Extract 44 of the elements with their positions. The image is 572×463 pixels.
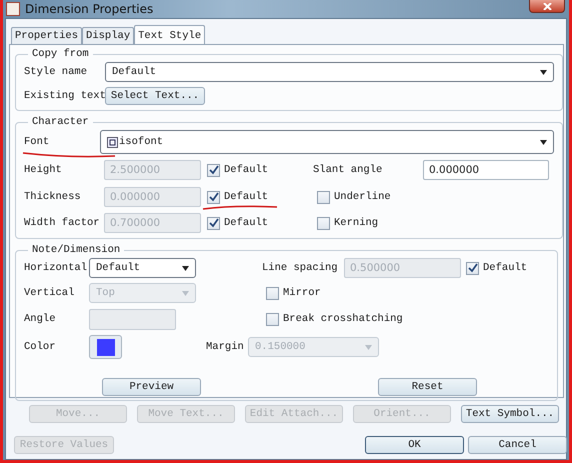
tab[interactable]: Properties bbox=[11, 27, 82, 44]
dropdown-caret-icon bbox=[182, 266, 189, 270]
group-title: Character bbox=[31, 116, 90, 128]
field-label: Existing text bbox=[24, 90, 105, 102]
dropdown[interactable]: Default bbox=[89, 258, 196, 278]
dropdown-caret-icon bbox=[365, 344, 372, 350]
style-name-dropdown[interactable]: Default bbox=[105, 62, 554, 82]
select-text-button[interactable]: Select Text... bbox=[105, 87, 205, 105]
close-icon bbox=[542, 2, 552, 10]
font-dropdown[interactable]: isofont bbox=[100, 130, 554, 154]
field-label: Font bbox=[24, 136, 50, 148]
font-icon bbox=[107, 136, 118, 148]
checkbox[interactable] bbox=[266, 312, 279, 326]
field-label: Thickness bbox=[24, 191, 82, 203]
field-label: Color bbox=[24, 341, 57, 353]
reset-button[interactable]: Reset bbox=[378, 378, 477, 396]
color-button[interactable] bbox=[89, 335, 122, 359]
dropdown-caret-icon bbox=[540, 70, 547, 74]
window-icon bbox=[6, 2, 20, 16]
field-label: Style name bbox=[24, 66, 88, 78]
group-title: Note/Dimension bbox=[31, 244, 122, 256]
tab[interactable]: Text Style bbox=[134, 25, 206, 45]
checkbox[interactable] bbox=[266, 286, 279, 300]
action-button[interactable]: Text Symbol... bbox=[461, 405, 559, 423]
dropdown-caret-icon bbox=[540, 140, 547, 144]
checkbox-label[interactable]: Break crosshatching bbox=[283, 313, 403, 325]
dropdown-caret-icon bbox=[182, 290, 189, 296]
preview-button[interactable]: Preview bbox=[102, 378, 201, 396]
field-label: Horizontal bbox=[24, 262, 88, 274]
ok-button[interactable]: OK bbox=[365, 436, 464, 454]
field-label: Line spacing bbox=[262, 262, 339, 274]
field-label: Margin bbox=[206, 341, 245, 353]
font-name: isofont bbox=[119, 136, 164, 148]
field-label: Angle bbox=[24, 313, 57, 325]
field-label: Width factor bbox=[24, 217, 101, 229]
field-label: Slant angle bbox=[313, 164, 384, 176]
checkbox-label[interactable]: Mirror bbox=[283, 287, 321, 299]
field-label: Vertical bbox=[24, 287, 76, 299]
tab[interactable]: Display bbox=[82, 27, 134, 44]
group-title: Copy from bbox=[31, 48, 90, 60]
cancel-button[interactable]: Cancel bbox=[468, 436, 567, 454]
close-button[interactable] bbox=[529, 0, 565, 13]
field-label: Height bbox=[24, 164, 63, 176]
window-title: Dimension Properties bbox=[25, 2, 154, 16]
